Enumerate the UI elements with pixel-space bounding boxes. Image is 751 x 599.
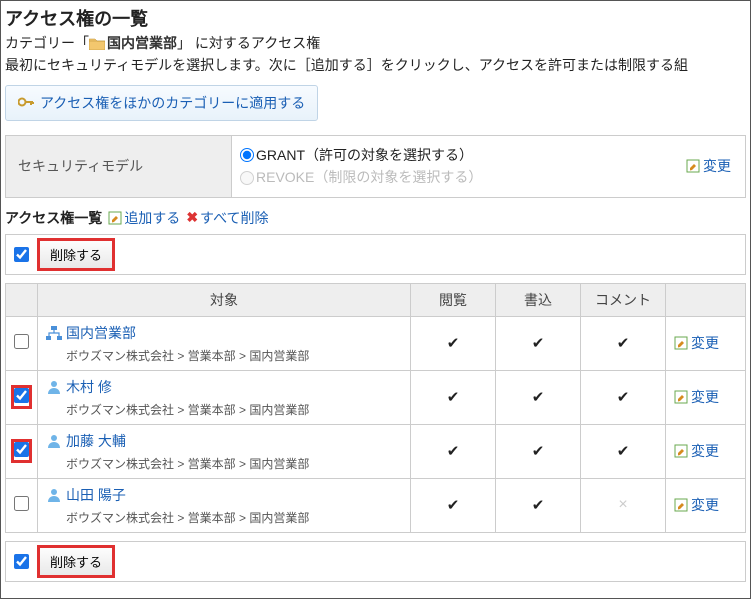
target-name-text: 山田 陽子 [66, 485, 126, 505]
apply-button-label: アクセス権をほかのカテゴリーに適用する [40, 93, 305, 113]
x-disabled-icon: × [618, 496, 627, 513]
permissions-table: 対象 閲覧 書込 コメント 国内営業部ボウズマン株式会社 > 営業本部 > 国内… [5, 283, 746, 533]
add-label: 追加する [124, 208, 180, 228]
security-model-grant-option[interactable]: GRANT（許可の対象を選択する） [240, 144, 686, 166]
perm-write: ✔ [496, 316, 581, 370]
row-checkbox[interactable] [14, 496, 29, 511]
col-write: 書込 [496, 283, 581, 316]
table-row: 国内営業部ボウズマン株式会社 > 営業本部 > 国内営業部 ✔ ✔ ✔ 変更 [6, 316, 746, 370]
revoke-label: REVOKE（制限の対象を選択する） [256, 166, 482, 188]
target-name-text: 国内営業部 [66, 323, 136, 343]
check-icon: ✔ [617, 335, 630, 352]
revoke-radio[interactable] [240, 171, 254, 185]
page-title: アクセス権の一覧 [5, 5, 746, 31]
apply-to-other-categories-button[interactable]: アクセス権をほかのカテゴリーに適用する [5, 85, 318, 121]
grant-radio[interactable] [240, 148, 254, 162]
perm-write: ✔ [496, 370, 581, 424]
person-icon [46, 380, 62, 394]
key-icon [18, 95, 34, 111]
folder-icon [89, 37, 105, 50]
check-icon: ✔ [532, 497, 545, 514]
target-name-text: 加藤 大輔 [66, 431, 126, 451]
change-label: 変更 [691, 333, 719, 353]
row-change-link[interactable]: 変更 [674, 333, 719, 353]
check-icon: ✔ [447, 389, 460, 406]
target-path: ボウズマン株式会社 > 営業本部 > 国内営業部 [66, 347, 402, 364]
category-name: 国内営業部 [107, 33, 177, 53]
description: 最初にセキュリティモデルを選択します。次に［追加する］をクリックし、アクセスを許… [5, 55, 746, 75]
perm-view: ✔ [411, 478, 496, 532]
category-suffix: 」 に対するアクセス権 [177, 33, 320, 53]
row-checkbox[interactable] [14, 388, 29, 403]
perm-write: ✔ [496, 424, 581, 478]
table-row: 山田 陽子ボウズマン株式会社 > 営業本部 > 国内営業部 ✔ ✔ × 変更 [6, 478, 746, 532]
check-icon: ✔ [447, 335, 460, 352]
target-name-link[interactable]: 国内営業部 [46, 323, 136, 343]
table-row: 加藤 大輔ボウズマン株式会社 > 営業本部 > 国内営業部 ✔ ✔ ✔ 変更 [6, 424, 746, 478]
person-icon [46, 488, 62, 502]
perm-comment: ✔ [581, 370, 666, 424]
check-icon: ✔ [532, 389, 545, 406]
col-check [6, 283, 38, 316]
change-label: 変更 [691, 441, 719, 461]
target-name-link[interactable]: 木村 修 [46, 377, 112, 397]
delete-button-top[interactable]: 削除する [39, 240, 113, 269]
col-change [666, 283, 746, 316]
person-icon [46, 434, 62, 448]
change-label: 変更 [691, 495, 719, 515]
list-title: アクセス権一覧 [5, 208, 102, 228]
check-icon: ✔ [617, 443, 630, 460]
row-change-link[interactable]: 変更 [674, 441, 719, 461]
target-name-link[interactable]: 加藤 大輔 [46, 431, 126, 451]
check-icon: ✔ [532, 443, 545, 460]
add-link[interactable]: 追加する [108, 208, 180, 228]
security-model-panel: セキュリティモデル GRANT（許可の対象を選択する） REVOKE（制限の対象… [5, 135, 746, 198]
grant-label: GRANT（許可の対象を選択する） [256, 144, 473, 166]
action-bar-top: 削除する [5, 234, 746, 275]
col-target: 対象 [38, 283, 411, 316]
security-model-revoke-option[interactable]: REVOKE（制限の対象を選択する） [240, 166, 686, 188]
row-change-link[interactable]: 変更 [674, 387, 719, 407]
perm-write: ✔ [496, 478, 581, 532]
perm-view: ✔ [411, 424, 496, 478]
delete-all-link[interactable]: ✖ すべて削除 [186, 208, 268, 228]
perm-view: ✔ [411, 370, 496, 424]
edit-icon [686, 159, 700, 173]
delete-button-bottom[interactable]: 削除する [39, 547, 113, 576]
check-icon: ✔ [617, 389, 630, 406]
delete-all-label: すべて削除 [200, 208, 268, 228]
check-icon: ✔ [447, 497, 460, 514]
x-icon: ✖ [186, 209, 198, 226]
check-icon: ✔ [532, 335, 545, 352]
action-bar-bottom: 削除する [5, 541, 746, 582]
target-path: ボウズマン株式会社 > 営業本部 > 国内営業部 [66, 455, 402, 472]
change-label: 変更 [703, 156, 731, 176]
add-icon [108, 211, 122, 225]
col-view: 閲覧 [411, 283, 496, 316]
target-path: ボウズマン株式会社 > 営業本部 > 国内営業部 [66, 401, 402, 418]
table-row: 木村 修ボウズマン株式会社 > 営業本部 > 国内営業部 ✔ ✔ ✔ 変更 [6, 370, 746, 424]
perm-view: ✔ [411, 316, 496, 370]
target-path: ボウズマン株式会社 > 営業本部 > 国内営業部 [66, 509, 402, 526]
security-model-change-link[interactable]: 変更 [686, 156, 731, 176]
col-comment: コメント [581, 283, 666, 316]
target-name-text: 木村 修 [66, 377, 112, 397]
change-label: 変更 [691, 387, 719, 407]
target-name-link[interactable]: 山田 陽子 [46, 485, 126, 505]
select-all-checkbox-bottom[interactable] [14, 554, 29, 569]
perm-comment: ✔ [581, 424, 666, 478]
row-checkbox[interactable] [14, 442, 29, 457]
select-all-checkbox-top[interactable] [14, 247, 29, 262]
row-change-link[interactable]: 変更 [674, 495, 719, 515]
row-checkbox[interactable] [14, 334, 29, 349]
perm-comment: ✔ [581, 316, 666, 370]
org-icon [46, 326, 62, 340]
check-icon: ✔ [447, 443, 460, 460]
category-line: カテゴリー「 国内営業部 」 に対するアクセス権 [5, 33, 746, 53]
perm-comment: × [581, 478, 666, 532]
security-model-label: セキュリティモデル [6, 136, 231, 197]
list-header: アクセス権一覧 追加する ✖ すべて削除 [5, 208, 746, 228]
category-prefix: カテゴリー「 [5, 33, 89, 53]
